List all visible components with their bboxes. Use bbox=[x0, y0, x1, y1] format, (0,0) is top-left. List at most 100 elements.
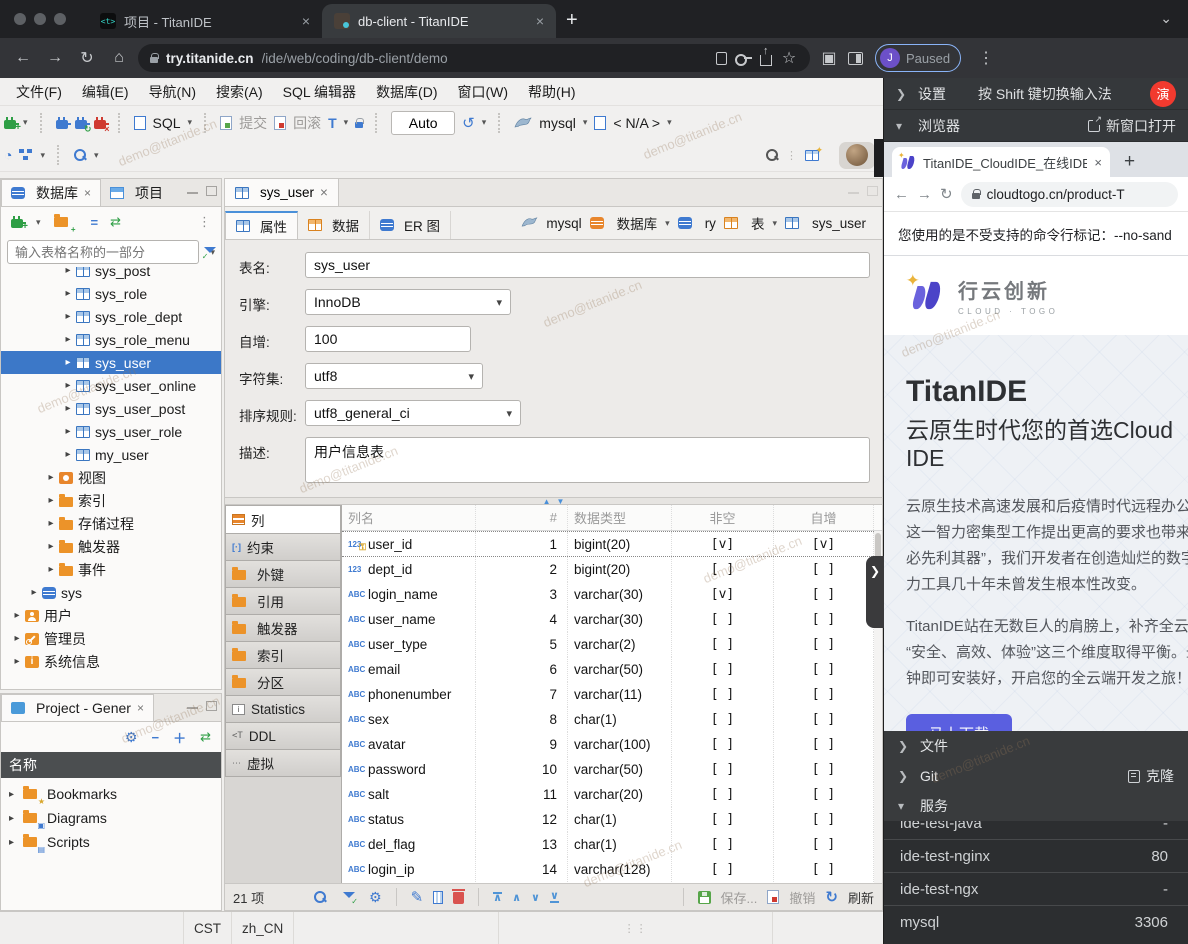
tree-item-触发器[interactable]: ▸触发器 bbox=[1, 535, 221, 558]
link-editor-icon[interactable]: ⇄ bbox=[110, 214, 121, 230]
search-dropdown-icon[interactable]: ▾ bbox=[94, 150, 99, 161]
panel-menu-icon[interactable]: ⋮ bbox=[198, 214, 211, 230]
cell-autoincrement[interactable]: [ ] bbox=[774, 857, 874, 882]
cell-ordinal[interactable]: 7 bbox=[476, 682, 568, 707]
breadcrumb-label[interactable]: 数据库 bbox=[617, 213, 658, 233]
share-icon[interactable] bbox=[760, 55, 772, 66]
new-tab-button[interactable]: + bbox=[566, 9, 578, 32]
project-item-Diagrams[interactable]: ▸▣Diagrams bbox=[1, 806, 221, 830]
new-folder-icon[interactable] bbox=[54, 217, 68, 227]
notnull-checkbox[interactable]: [ ] bbox=[711, 762, 734, 777]
sql-editor-label[interactable]: SQL bbox=[153, 115, 181, 131]
autoincrement-checkbox[interactable]: [ ] bbox=[812, 762, 835, 777]
connect-icon[interactable] bbox=[56, 120, 68, 129]
cell-ordinal[interactable]: 14 bbox=[476, 857, 568, 882]
reload-icon[interactable]: ↻ bbox=[74, 48, 100, 68]
breadcrumb-label[interactable]: mysql bbox=[546, 216, 581, 231]
inner-browser-tab[interactable]: ✦ TitanIDE_CloudIDE_在线IDE_ × bbox=[892, 147, 1110, 177]
autoincrement-checkbox[interactable]: [ ] bbox=[812, 687, 835, 702]
cell-name[interactable]: ABCstatus bbox=[342, 807, 476, 832]
tree-item-管理员[interactable]: ▸管理员 bbox=[1, 627, 221, 650]
notnull-checkbox[interactable]: [ ] bbox=[711, 712, 734, 727]
back-icon[interactable]: ← bbox=[10, 49, 36, 67]
grid-header-#[interactable]: # bbox=[476, 505, 568, 530]
transaction-lock-icon[interactable] bbox=[355, 122, 363, 128]
field-select-4[interactable]: utf8_general_ci bbox=[305, 400, 521, 426]
cell-ordinal[interactable]: 1 bbox=[476, 532, 568, 556]
grid-row-login_name[interactable]: ABClogin_name3varchar(30)[v][ ] bbox=[342, 582, 882, 607]
next-row-icon[interactable]: ∨ bbox=[531, 891, 540, 904]
editor-tab-sys-user[interactable]: sys_user × bbox=[225, 179, 339, 206]
close-icon[interactable]: × bbox=[84, 186, 91, 200]
last-row-icon[interactable]: ∨ bbox=[550, 892, 559, 903]
field-select-1[interactable]: InnoDB bbox=[305, 289, 511, 315]
search-icon[interactable] bbox=[73, 148, 87, 162]
cell-autoincrement[interactable]: [ ] bbox=[774, 582, 874, 607]
cell-notnull[interactable]: [v] bbox=[672, 582, 774, 607]
cell-ordinal[interactable]: 9 bbox=[476, 732, 568, 757]
expand-arrow-icon[interactable]: ▸ bbox=[62, 334, 74, 345]
tab-project-general[interactable]: Project - Gener × bbox=[1, 694, 154, 721]
tree-item-sys_post[interactable]: ▸sys_post bbox=[1, 267, 221, 282]
link-editor-icon[interactable]: ⇄ bbox=[200, 729, 211, 745]
expand-arrow-icon[interactable]: ▸ bbox=[11, 633, 23, 644]
name-column-header[interactable]: 名称 bbox=[1, 752, 221, 778]
expand-arrow-icon[interactable]: ▸ bbox=[28, 587, 40, 598]
connection-selector[interactable]: mysql bbox=[539, 115, 576, 131]
maximize-panel-icon[interactable] bbox=[206, 701, 217, 711]
cell-datatype[interactable]: varchar(2) bbox=[568, 632, 672, 657]
browser-tab-db-client[interactable]: db-client - TitanIDE × bbox=[322, 4, 556, 38]
schema-doc-icon[interactable] bbox=[594, 116, 606, 130]
cell-notnull[interactable]: [ ] bbox=[672, 657, 774, 682]
splitter[interactable]: ▲▼ bbox=[224, 497, 883, 505]
minimize-editor-icon[interactable] bbox=[848, 186, 859, 194]
filter-funnel-icon[interactable] bbox=[204, 246, 205, 258]
cell-autoincrement[interactable]: [ ] bbox=[774, 782, 874, 807]
notnull-checkbox[interactable]: [v] bbox=[711, 537, 734, 552]
cell-ordinal[interactable]: 13 bbox=[476, 832, 568, 857]
collapse-all-icon[interactable]: = bbox=[91, 215, 98, 230]
project-item-Scripts[interactable]: ▸▤Scripts bbox=[1, 830, 221, 854]
expand-arrow-icon[interactable]: ▸ bbox=[62, 449, 74, 460]
sql-editor-icon[interactable] bbox=[134, 116, 146, 130]
tree-item-事件[interactable]: ▸事件 bbox=[1, 558, 221, 581]
breadcrumb-label[interactable]: sys_user bbox=[812, 216, 866, 231]
tree-item-系统信息[interactable]: ▸系统信息 bbox=[1, 650, 221, 673]
commit-icon[interactable] bbox=[220, 116, 232, 130]
connection-dropdown-icon[interactable]: ▾ bbox=[583, 117, 588, 128]
edit-pencil-icon[interactable]: ✎ bbox=[411, 888, 424, 906]
autoincrement-checkbox[interactable]: [ ] bbox=[812, 587, 835, 602]
notnull-checkbox[interactable]: [ ] bbox=[711, 787, 734, 802]
grid-filter-icon[interactable] bbox=[343, 891, 355, 903]
cell-ordinal[interactable]: 10 bbox=[476, 757, 568, 782]
cell-datatype[interactable]: char(1) bbox=[568, 807, 672, 832]
expand-arrow-icon[interactable]: ▸ bbox=[9, 813, 21, 824]
tree-item-sys_user[interactable]: ▸sys_user bbox=[1, 351, 221, 374]
tree-item-sys_role_menu[interactable]: ▸sys_role_menu bbox=[1, 328, 221, 351]
expand-arrow-icon[interactable]: ▸ bbox=[9, 837, 21, 848]
cell-notnull[interactable]: [ ] bbox=[672, 632, 774, 657]
transaction-dropdown-icon[interactable]: ▾ bbox=[344, 117, 349, 128]
expand-arrow-icon[interactable]: ▸ bbox=[9, 789, 21, 800]
schema-selector[interactable]: < N/A > bbox=[613, 115, 660, 131]
autoincrement-checkbox[interactable]: [ ] bbox=[812, 637, 835, 652]
expand-arrow-icon[interactable]: ▸ bbox=[62, 357, 74, 368]
maximize-window-button[interactable] bbox=[54, 13, 66, 25]
expand-arrow-icon[interactable]: ▸ bbox=[11, 656, 23, 667]
save-icon[interactable] bbox=[698, 891, 711, 904]
menu-item[interactable]: 窗口(W) bbox=[448, 82, 519, 102]
tree-item-sys[interactable]: ▸sys bbox=[1, 581, 221, 604]
settings-gear-icon[interactable]: ⚙ bbox=[125, 729, 138, 746]
breadcrumb-label[interactable]: 表 bbox=[751, 213, 765, 233]
disconnect-icon[interactable]: × bbox=[94, 120, 106, 129]
menu-item[interactable]: SQL 编辑器 bbox=[273, 82, 366, 102]
menu-item[interactable]: 编辑(E) bbox=[72, 82, 139, 102]
notnull-checkbox[interactable]: [ ] bbox=[711, 662, 734, 677]
user-avatar-button[interactable] bbox=[839, 142, 875, 169]
grid-row-salt[interactable]: ABCsalt11varchar(20)[ ][ ] bbox=[342, 782, 882, 807]
new-connection-icon[interactable]: + bbox=[4, 120, 16, 129]
clone-button[interactable]: 克隆 bbox=[1128, 766, 1174, 786]
notnull-checkbox[interactable]: [ ] bbox=[711, 837, 734, 852]
grid-header-数据类型[interactable]: 数据类型 bbox=[568, 505, 672, 530]
expand-arrow-icon[interactable]: ▸ bbox=[62, 403, 74, 414]
